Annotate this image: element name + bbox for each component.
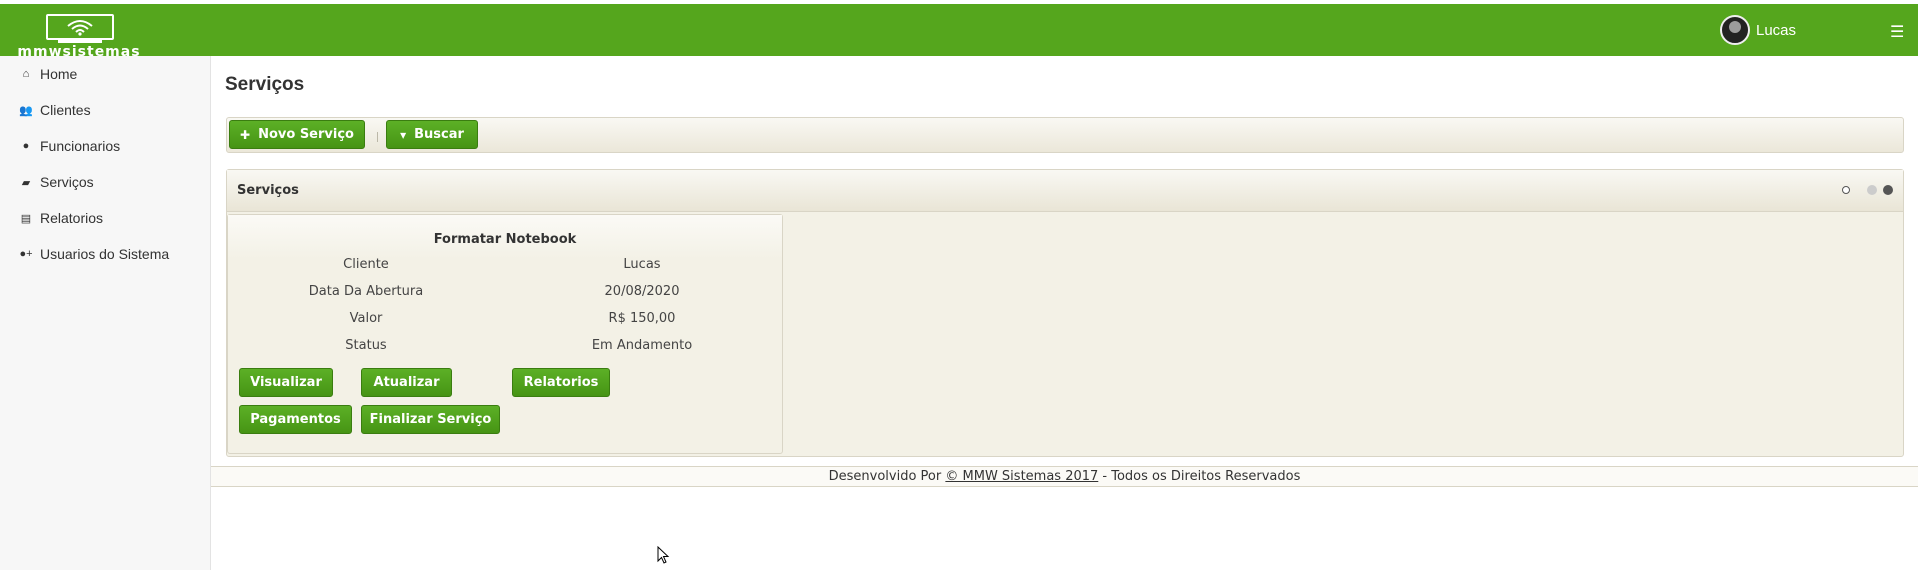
sidebar-item-label: Relatorios bbox=[40, 210, 104, 226]
card-row-cliente: Cliente Lucas bbox=[228, 257, 782, 277]
card-label: Cliente bbox=[343, 257, 389, 272]
top-navbar: mmwsistemas Lucas ☰ bbox=[0, 4, 1918, 60]
mouse-cursor-icon bbox=[657, 546, 670, 564]
sidebar-item-label: Usuarios do Sistema bbox=[40, 246, 170, 262]
sidebar-item-clientes[interactable]: 👥 Clientes bbox=[0, 92, 210, 128]
file-icon: ▤ bbox=[20, 212, 32, 225]
footer: Desenvolvido Por © MMW Sistemas 2017 - T… bbox=[211, 466, 1918, 487]
avatar bbox=[1720, 15, 1750, 45]
footer-prefix: Desenvolvido Por bbox=[828, 469, 942, 484]
prev-page-icon[interactable] bbox=[1867, 185, 1877, 195]
reports-button[interactable]: Relatorios bbox=[512, 368, 610, 397]
user-name: Lucas bbox=[1756, 21, 1797, 39]
logo[interactable]: mmwsistemas bbox=[6, 14, 152, 60]
footer-link[interactable]: © MMW Sistemas 2017 bbox=[945, 469, 1098, 484]
sidebar-item-label: Home bbox=[40, 66, 78, 82]
user-icon: ● bbox=[22, 140, 30, 152]
next-page-icon[interactable] bbox=[1883, 185, 1893, 195]
card-value: R$ 150,00 bbox=[608, 311, 676, 326]
finish-service-button[interactable]: Finalizar Serviço bbox=[361, 405, 500, 434]
update-button[interactable]: Atualizar bbox=[361, 368, 452, 397]
card-header: Formatar Notebook bbox=[228, 215, 782, 259]
services-panel: Serviços Formatar Notebook Cliente Lucas… bbox=[226, 169, 1904, 457]
card-row-valor: Valor R$ 150,00 bbox=[228, 311, 782, 331]
payments-button[interactable]: Pagamentos bbox=[239, 405, 352, 434]
panel-title: Serviços bbox=[237, 183, 299, 198]
new-service-button[interactable]: ✚ Novo Serviço bbox=[229, 120, 365, 149]
sidebar-item-home[interactable]: ⌂ Home bbox=[0, 56, 210, 92]
user-plus-icon: ●+ bbox=[19, 248, 33, 260]
user-menu[interactable]: Lucas bbox=[1720, 14, 1796, 46]
sidebar-item-servicos[interactable]: ▰ Serviços bbox=[0, 164, 210, 200]
search-button[interactable]: ▾ Buscar bbox=[386, 120, 478, 149]
search-label: Buscar bbox=[414, 127, 464, 142]
briefcase-icon: ▰ bbox=[21, 176, 31, 189]
sidebar-item-label: Clientes bbox=[40, 102, 91, 118]
card-value: 20/08/2020 bbox=[604, 284, 680, 299]
card-value: Lucas bbox=[623, 257, 661, 272]
card-label: Valor bbox=[349, 311, 383, 326]
users-icon: 👥 bbox=[19, 104, 33, 117]
card-label: Status bbox=[345, 338, 387, 353]
page-title: Serviços bbox=[225, 74, 305, 95]
footer-suffix: - Todos os Direitos Reservados bbox=[1102, 469, 1301, 484]
card-row-data-abertura: Data Da Abertura 20/08/2020 bbox=[228, 284, 782, 304]
service-card: Formatar Notebook Cliente Lucas Data Da … bbox=[227, 214, 783, 454]
toolbar-separator bbox=[377, 132, 378, 142]
card-value: Em Andamento bbox=[591, 338, 693, 353]
view-button[interactable]: Visualizar bbox=[239, 368, 333, 397]
home-icon: ⌂ bbox=[22, 68, 30, 80]
sidebar-item-funcionarios[interactable]: ● Funcionarios bbox=[0, 128, 210, 164]
sidebar: ⌂ Home 👥 Clientes ● Funcionarios ▰ Servi… bbox=[0, 56, 211, 570]
monitor-stand bbox=[58, 40, 102, 43]
sidebar-item-relatorios[interactable]: ▤ Relatorios bbox=[0, 200, 210, 236]
card-title: Formatar Notebook bbox=[433, 232, 577, 247]
main-content: Serviços ✚ Novo Serviço ▾ Buscar Serviço… bbox=[211, 56, 1918, 570]
sidebar-item-usuarios[interactable]: ●+ Usuarios do Sistema bbox=[0, 236, 210, 272]
caret-down-icon: ▾ bbox=[400, 127, 407, 142]
wifi-icon bbox=[67, 20, 93, 36]
plus-icon: ✚ bbox=[240, 127, 251, 142]
new-service-label: Novo Serviço bbox=[258, 127, 354, 142]
panel-header: Serviços bbox=[227, 170, 1903, 212]
sidebar-item-label: Serviços bbox=[40, 174, 94, 190]
hamburger-icon[interactable]: ☰ bbox=[1890, 22, 1904, 41]
card-label: Data Da Abertura bbox=[308, 284, 424, 299]
indicator-icon bbox=[1842, 186, 1850, 194]
sidebar-item-label: Funcionarios bbox=[40, 138, 121, 154]
toolbar: ✚ Novo Serviço ▾ Buscar bbox=[226, 117, 1904, 153]
monitor-icon bbox=[46, 14, 114, 40]
card-row-status: Status Em Andamento bbox=[228, 338, 782, 358]
